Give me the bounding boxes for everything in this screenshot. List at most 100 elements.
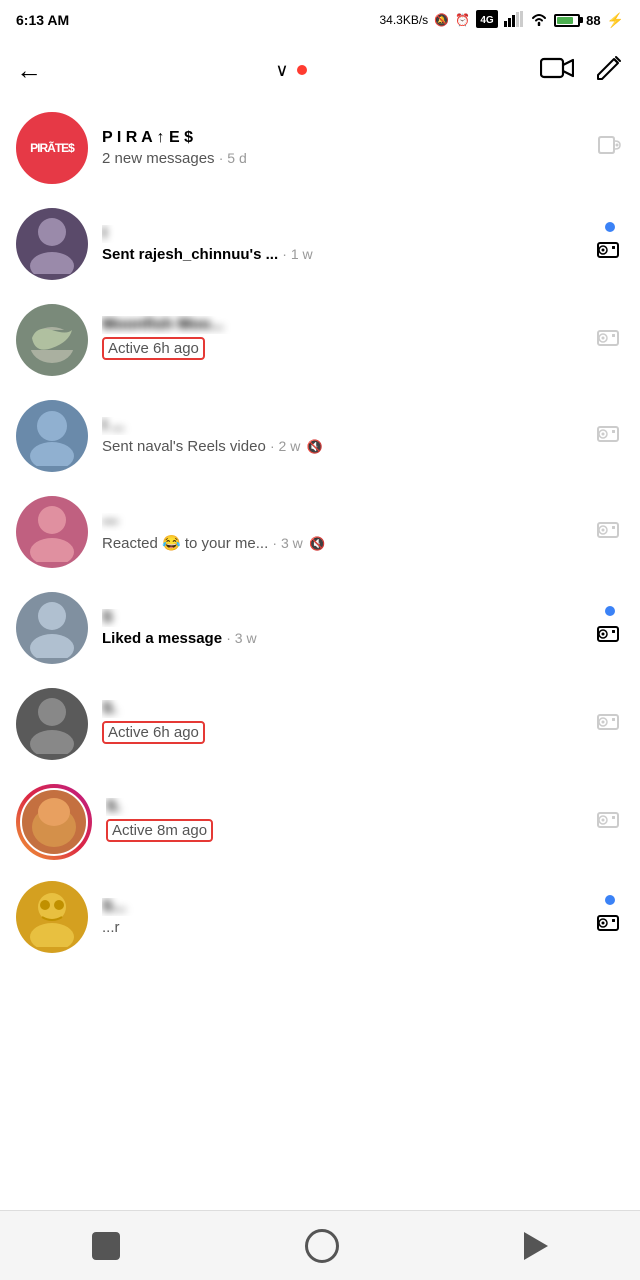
avatar <box>16 784 92 860</box>
back-button[interactable]: ← <box>16 55 42 86</box>
conv-sub: Sent naval's Reels video · 2 w 🔇 <box>102 438 586 455</box>
list-item[interactable]: S. Active 6h ago <box>0 676 640 772</box>
conv-name: — <box>102 513 586 531</box>
camera-icon[interactable] <box>596 808 624 837</box>
conv-info: P I R A ↑ E $ 2 new messages · 5 d <box>102 129 586 167</box>
conv-name: P I R A ↑ E $ <box>102 129 586 147</box>
camera-icon[interactable] <box>596 326 624 355</box>
conv-info: — Reacted 😂 to your me... · 3 w 🔇 <box>102 513 586 552</box>
home-button[interactable] <box>305 1229 339 1263</box>
conv-sub: Reacted 😂 to your me... · 3 w 🔇 <box>102 534 586 552</box>
network-speed: 34.3KB/s <box>379 13 428 27</box>
conv-right <box>596 222 624 267</box>
svg-text:4G: 4G <box>480 15 494 26</box>
active-status: Active 6h ago <box>102 337 205 360</box>
camera-icon[interactable] <box>596 132 624 164</box>
dropdown-arrow-icon[interactable]: ∨ <box>275 60 288 81</box>
status-time: 6:13 AM <box>16 12 69 28</box>
nav-left: ← <box>16 55 42 86</box>
active-status: Active 8m ago <box>106 819 213 842</box>
conv-right <box>596 895 624 940</box>
mute-icon: 🔕 <box>434 13 449 27</box>
conv-name: I ... <box>102 417 586 435</box>
avatar-image <box>16 400 88 472</box>
unread-dot <box>605 606 615 616</box>
notification-dot <box>297 65 307 75</box>
avatar-image <box>16 496 88 568</box>
avatar <box>16 592 88 664</box>
active-status: Active 6h ago <box>102 721 205 744</box>
avatar-image <box>20 788 88 856</box>
mute-icon: 🔇 <box>309 536 325 551</box>
charge-icon: ⚡ <box>607 12 624 29</box>
story-ring <box>16 784 92 860</box>
list-item[interactable]: I Sent rajesh_chinnuu's ... · 1 w <box>0 196 640 292</box>
status-icons: 34.3KB/s 🔕 ⏰ 4G <box>379 10 624 31</box>
square-icon <box>92 1232 120 1260</box>
circle-icon <box>305 1229 339 1263</box>
conv-info: S. Active 8m ago <box>106 798 586 846</box>
alarm-icon: ⏰ <box>455 13 470 27</box>
camera-icon[interactable] <box>596 622 624 651</box>
camera-icon[interactable] <box>596 422 624 451</box>
conv-name: S <box>102 609 586 627</box>
conv-sub: ...r <box>102 919 586 936</box>
battery-icon <box>554 14 580 27</box>
signal-bars <box>504 11 524 30</box>
conv-right <box>596 326 624 355</box>
video-camera-button[interactable] <box>540 55 574 86</box>
conv-sub: Active 6h ago <box>102 721 586 748</box>
square-button[interactable] <box>92 1232 120 1260</box>
back-button-nav[interactable] <box>524 1232 548 1260</box>
avatar <box>16 881 88 953</box>
camera-icon[interactable] <box>596 710 624 739</box>
compose-button[interactable] <box>594 53 624 88</box>
conv-right <box>596 518 624 547</box>
avatar-image <box>16 688 88 760</box>
conv-name: I <box>102 225 586 243</box>
conv-info: S. Active 6h ago <box>102 700 586 748</box>
unread-dot <box>605 895 615 905</box>
nav-bar: ← ∨ <box>0 40 640 100</box>
bottom-nav <box>0 1210 640 1280</box>
conv-info: Moonfish Moo... Active 6h ago <box>102 316 586 364</box>
conv-info: I ... Sent naval's Reels video · 2 w 🔇 <box>102 417 586 455</box>
avatar <box>16 496 88 568</box>
wifi-icon <box>530 12 548 29</box>
camera-icon[interactable] <box>596 911 624 940</box>
nav-center: ∨ <box>275 60 306 81</box>
conv-sub: 2 new messages · 5 d <box>102 150 586 167</box>
list-item[interactable]: S Liked a message · 3 w <box>0 580 640 676</box>
conv-name: S. <box>106 798 586 816</box>
avatar-image <box>16 304 88 376</box>
conv-info: S Liked a message · 3 w <box>102 609 586 647</box>
conv-right <box>596 422 624 451</box>
list-item[interactable]: PIRÃTE$ P I R A ↑ E $ 2 new messages · 5… <box>0 100 640 196</box>
te-label: 4G <box>476 10 498 31</box>
camera-icon[interactable] <box>596 238 624 267</box>
avatar <box>16 208 88 280</box>
camera-icon[interactable] <box>596 518 624 547</box>
conv-right <box>596 606 624 651</box>
list-item[interactable]: Moonfish Moo... Active 6h ago <box>0 292 640 388</box>
conv-right <box>596 132 624 164</box>
avatar <box>16 304 88 376</box>
list-item[interactable]: S. Active 8m ago <box>0 772 640 872</box>
nav-right <box>540 53 624 88</box>
avatar <box>16 400 88 472</box>
avatar-image <box>16 881 88 953</box>
list-item[interactable]: I ... Sent naval's Reels video · 2 w 🔇 <box>0 388 640 484</box>
conversation-list: PIRÃTE$ P I R A ↑ E $ 2 new messages · 5… <box>0 100 640 962</box>
conv-right <box>596 710 624 739</box>
mute-icon: 🔇 <box>306 439 322 454</box>
battery-fill <box>557 17 573 24</box>
avatar: PIRÃTE$ <box>16 112 88 184</box>
list-item[interactable]: — Reacted 😂 to your me... · 3 w 🔇 <box>0 484 640 580</box>
conv-name: S... <box>102 898 586 916</box>
conv-sub: Sent rajesh_chinnuu's ... · 1 w <box>102 246 586 263</box>
status-bar: 6:13 AM 34.3KB/s 🔕 ⏰ 4G <box>0 0 640 40</box>
conv-name: S. <box>102 700 586 718</box>
avatar-image <box>16 592 88 664</box>
battery-percent: 88 <box>586 13 600 28</box>
list-item[interactable]: S... ...r <box>0 872 640 962</box>
